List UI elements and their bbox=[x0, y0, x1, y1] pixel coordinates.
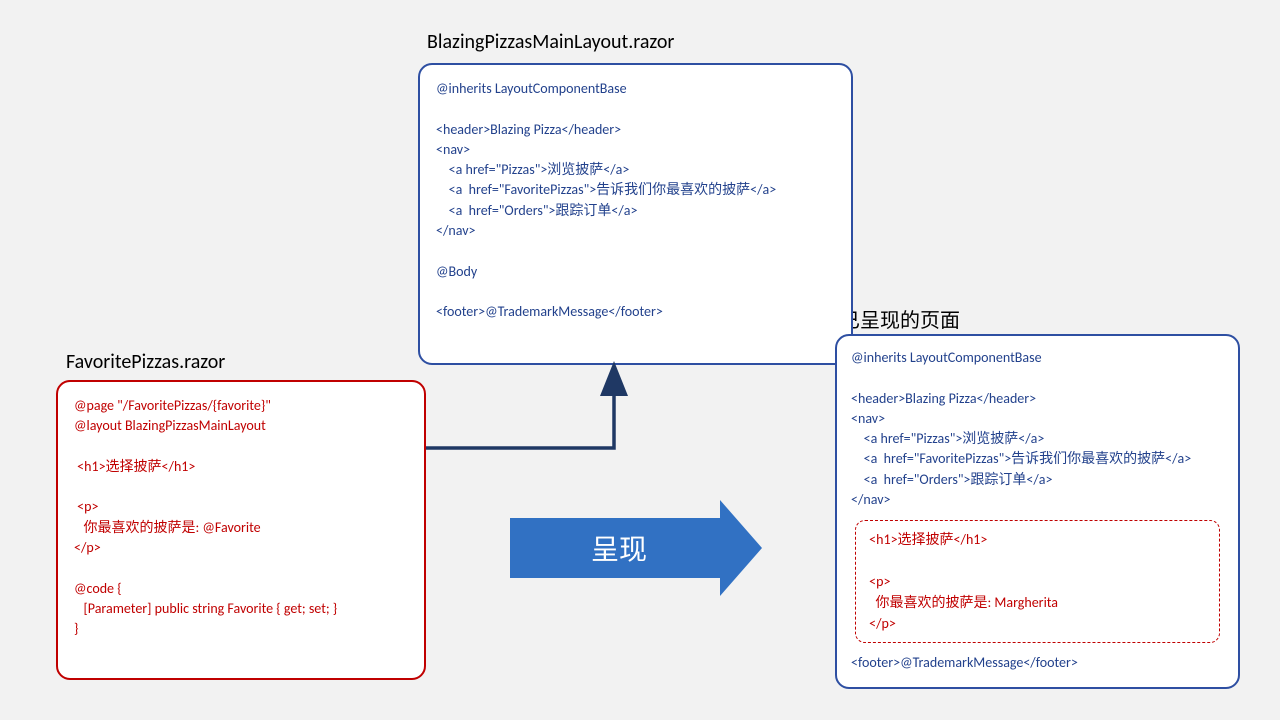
connector-arrow bbox=[0, 0, 1280, 720]
render-arrow-label: 呈现 bbox=[591, 528, 647, 568]
render-arrow: 呈现 bbox=[510, 500, 762, 596]
arrow-head-icon bbox=[720, 500, 762, 596]
